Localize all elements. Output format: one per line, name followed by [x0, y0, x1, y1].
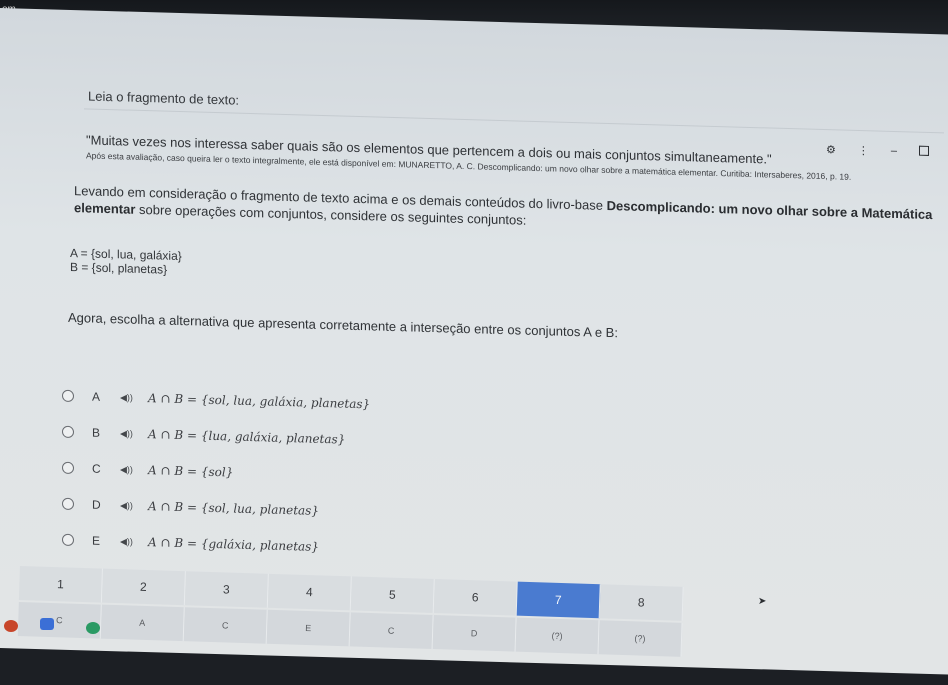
speaker-icon[interactable]: ◀)) [120, 500, 148, 512]
more-options-icon[interactable]: ⋮ [858, 144, 869, 157]
option-formula: A ∩ B = {sol, lua, planetas} [148, 499, 319, 518]
answer-cell: (?) [515, 617, 600, 655]
answer-cell: C [183, 607, 268, 644]
option-letter: E [92, 533, 101, 548]
answer-cell: C [349, 612, 434, 650]
question-number-cell-active[interactable]: 7 [516, 581, 601, 619]
top-icons: ⚙ ⋮ – [826, 143, 929, 159]
question-number-cell[interactable]: 5 [350, 576, 435, 614]
option-e[interactable]: E ◀)) A ∩ B = {galáxia, planetas} [62, 522, 370, 567]
divider [84, 108, 944, 134]
question-number-cell[interactable]: 4 [267, 573, 352, 611]
app-icon-2[interactable] [86, 622, 100, 634]
intro-text: Leia o fragmento de texto: [88, 88, 240, 108]
question-number-cell[interactable]: 2 [101, 568, 186, 606]
maximize-icon[interactable] [919, 145, 929, 156]
speaker-icon[interactable]: ◀)) [120, 464, 148, 476]
taskbar [0, 612, 140, 672]
option-letter: D [92, 497, 101, 512]
task-text: Agora, escolha a alternativa que apresen… [68, 309, 618, 341]
app-icon[interactable] [40, 618, 54, 630]
question-number-cell[interactable]: 1 [18, 566, 103, 603]
option-formula: A ∩ B = {sol} [148, 463, 234, 480]
settings-icon[interactable]: ⚙ [826, 143, 836, 156]
radio-button[interactable] [62, 533, 74, 547]
answer-cell: E [266, 609, 351, 647]
option-letter: A [92, 389, 101, 404]
speaker-icon[interactable]: ◀)) [120, 428, 148, 440]
sets-definition: A = {sol, lua, galáxia} B = {sol, planet… [70, 246, 182, 277]
set-b: B = {sol, planetas} [70, 259, 168, 277]
minimize-icon[interactable]: – [891, 145, 897, 158]
mouse-cursor-icon: ➤ [758, 596, 767, 607]
answer-cell: (?) [598, 620, 683, 657]
prompt-text: Levando em consideração o fragmento de t… [74, 182, 934, 240]
question-number-cell[interactable]: 8 [599, 584, 684, 621]
option-formula: A ∩ B = {galáxia, planetas} [148, 535, 319, 554]
question-number-cell[interactable]: 3 [184, 571, 269, 608]
radio-button[interactable] [62, 425, 74, 439]
question-number-cell[interactable]: 6 [433, 579, 518, 616]
speaker-icon[interactable]: ◀)) [120, 536, 148, 548]
speaker-icon[interactable]: ◀)) [120, 392, 148, 404]
option-letter: B [92, 425, 101, 440]
radio-button[interactable] [62, 497, 74, 511]
answer-options: A ◀)) A ∩ B = {sol, lua, galáxia, planet… [62, 378, 370, 567]
option-formula: A ∩ B = {sol, lua, galáxia, planetas} [148, 391, 371, 412]
browser-icon[interactable] [4, 620, 18, 632]
option-letter: C [92, 461, 101, 476]
radio-button[interactable] [62, 461, 74, 475]
radio-button[interactable] [62, 389, 74, 403]
answer-cell: D [432, 615, 517, 652]
option-formula: A ∩ B = {lua, galáxia, planetas} [148, 427, 346, 447]
